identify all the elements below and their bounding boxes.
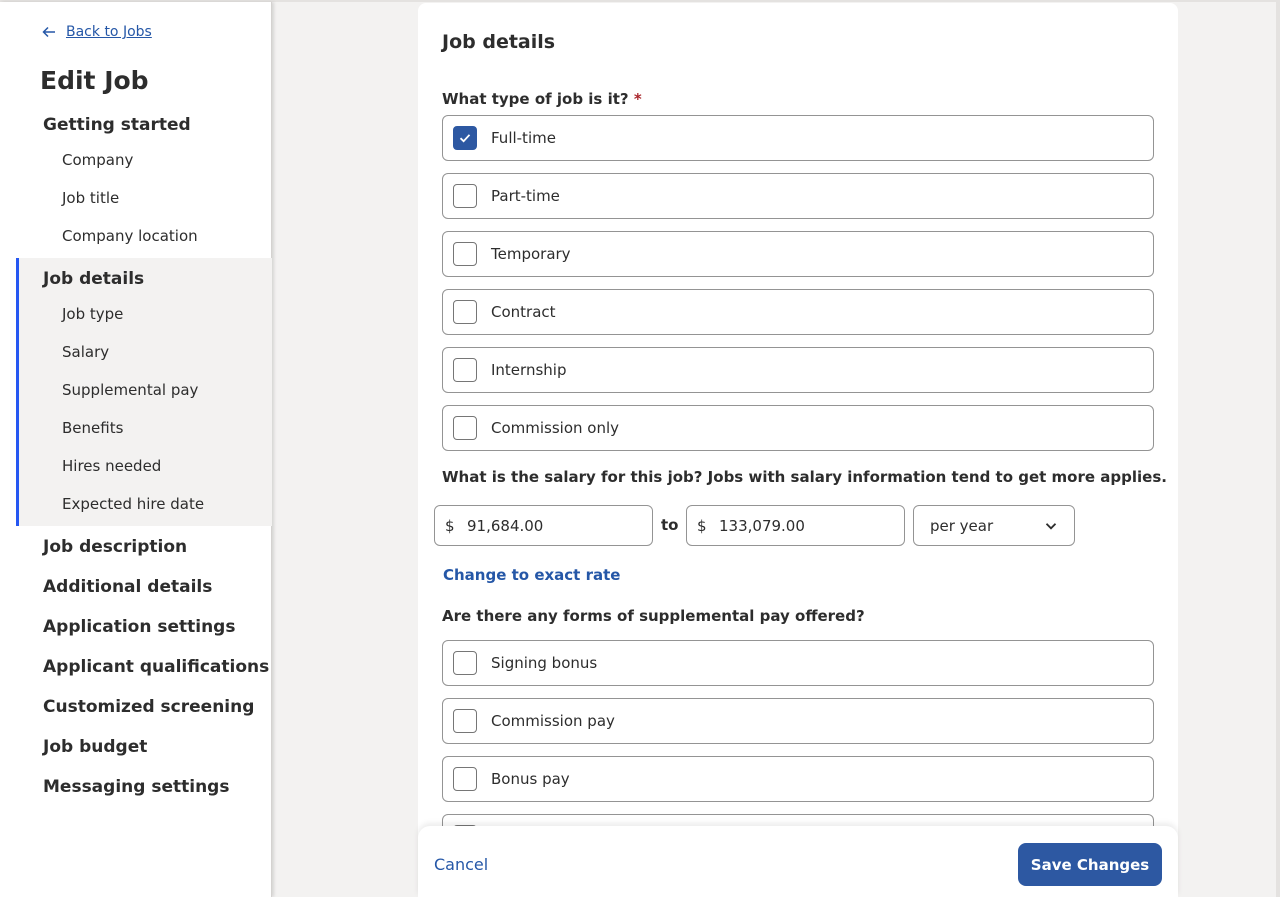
- checkbox[interactable]: [453, 184, 477, 208]
- sidebar: Back to Jobs Edit Job Getting started Co…: [0, 2, 272, 897]
- job-type-option-full-time[interactable]: Full-time: [442, 115, 1154, 161]
- checkbox[interactable]: [453, 651, 477, 675]
- nav-job-title[interactable]: Job title: [62, 189, 119, 207]
- supplemental-option-commission-pay[interactable]: Commission pay: [442, 698, 1154, 744]
- job-type-question-text: What type of job is it?: [442, 90, 629, 108]
- nav-company[interactable]: Company: [62, 151, 133, 169]
- save-changes-button[interactable]: Save Changes: [1018, 843, 1162, 886]
- nav-customized-screening[interactable]: Customized screening: [43, 697, 254, 717]
- card-title: Job details: [442, 31, 556, 53]
- nav-additional-details[interactable]: Additional details: [43, 577, 212, 597]
- option-label: Signing bonus: [491, 654, 598, 672]
- nav-salary[interactable]: Salary: [62, 343, 109, 361]
- checkbox[interactable]: [453, 358, 477, 382]
- window-edge: [1276, 0, 1280, 897]
- pay-period-select[interactable]: per year: [913, 505, 1075, 546]
- checkbox-checked[interactable]: [453, 126, 477, 150]
- arrow-left-icon: [42, 26, 55, 38]
- salary-question: What is the salary for this job? Jobs wi…: [442, 468, 1167, 486]
- nav-benefits[interactable]: Benefits: [62, 419, 123, 437]
- job-type-option-part-time[interactable]: Part-time: [442, 173, 1154, 219]
- option-label: Contract: [491, 303, 556, 321]
- supplemental-option-signing-bonus[interactable]: Signing bonus: [442, 640, 1154, 686]
- currency-symbol: $: [697, 516, 707, 535]
- supplemental-pay-question: Are there any forms of supplemental pay …: [442, 607, 865, 625]
- required-mark: *: [633, 90, 642, 108]
- sidebar-title: Edit Job: [40, 66, 149, 95]
- currency-symbol: $: [445, 516, 455, 535]
- salary-max-input[interactable]: $ 133,079.00: [686, 505, 905, 546]
- job-type-option-contract[interactable]: Contract: [442, 289, 1154, 335]
- checkbox[interactable]: [453, 242, 477, 266]
- option-label: Commission pay: [491, 712, 615, 730]
- nav-job-description[interactable]: Job description: [43, 537, 187, 557]
- option-label: Internship: [491, 361, 567, 379]
- option-label: Commission only: [491, 419, 620, 437]
- salary-min-input[interactable]: $ 91,684.00: [434, 505, 653, 546]
- action-footer: Cancel Save Changes: [418, 826, 1178, 897]
- nav-expected-hire-date[interactable]: Expected hire date: [62, 495, 204, 513]
- cancel-button[interactable]: Cancel: [434, 855, 488, 874]
- pay-period-value: per year: [930, 516, 994, 535]
- option-label: Bonus pay: [491, 770, 570, 788]
- job-type-option-commission-only[interactable]: Commission only: [442, 405, 1154, 451]
- nav-company-location[interactable]: Company location: [62, 227, 198, 245]
- job-details-card: Job details What type of job is it? * Fu…: [418, 3, 1178, 897]
- nav-job-type[interactable]: Job type: [62, 305, 123, 323]
- checkbox[interactable]: [453, 767, 477, 791]
- back-to-jobs-link[interactable]: Back to Jobs: [42, 24, 152, 40]
- job-type-option-internship[interactable]: Internship: [442, 347, 1154, 393]
- nav-application-settings[interactable]: Application settings: [43, 617, 235, 637]
- supplemental-option-bonus-pay[interactable]: Bonus pay: [442, 756, 1154, 802]
- change-to-exact-rate-link[interactable]: Change to exact rate: [443, 566, 620, 584]
- chevron-down-icon: [1045, 522, 1057, 530]
- checkmark-icon: [459, 134, 471, 143]
- nav-job-details[interactable]: Job details: [43, 269, 144, 289]
- job-type-question: What type of job is it? *: [442, 90, 642, 108]
- nav-applicant-qualifications[interactable]: Applicant qualifications: [43, 657, 269, 677]
- to-label: to: [661, 516, 679, 534]
- nav-supplemental-pay[interactable]: Supplemental pay: [62, 381, 198, 399]
- back-label: Back to Jobs: [66, 24, 152, 40]
- checkbox[interactable]: [453, 416, 477, 440]
- nav-hires-needed[interactable]: Hires needed: [62, 457, 161, 475]
- option-label: Full-time: [491, 129, 556, 147]
- nav-messaging-settings[interactable]: Messaging settings: [43, 777, 229, 797]
- job-type-option-temporary[interactable]: Temporary: [442, 231, 1154, 277]
- option-label: Part-time: [491, 187, 560, 205]
- checkbox[interactable]: [453, 300, 477, 324]
- nav-getting-started[interactable]: Getting started: [43, 115, 191, 135]
- salary-min-value: 91,684.00: [467, 516, 544, 535]
- checkbox[interactable]: [453, 709, 477, 733]
- option-label: Temporary: [491, 245, 571, 263]
- salary-max-value: 133,079.00: [719, 516, 805, 535]
- nav-job-budget[interactable]: Job budget: [43, 737, 147, 757]
